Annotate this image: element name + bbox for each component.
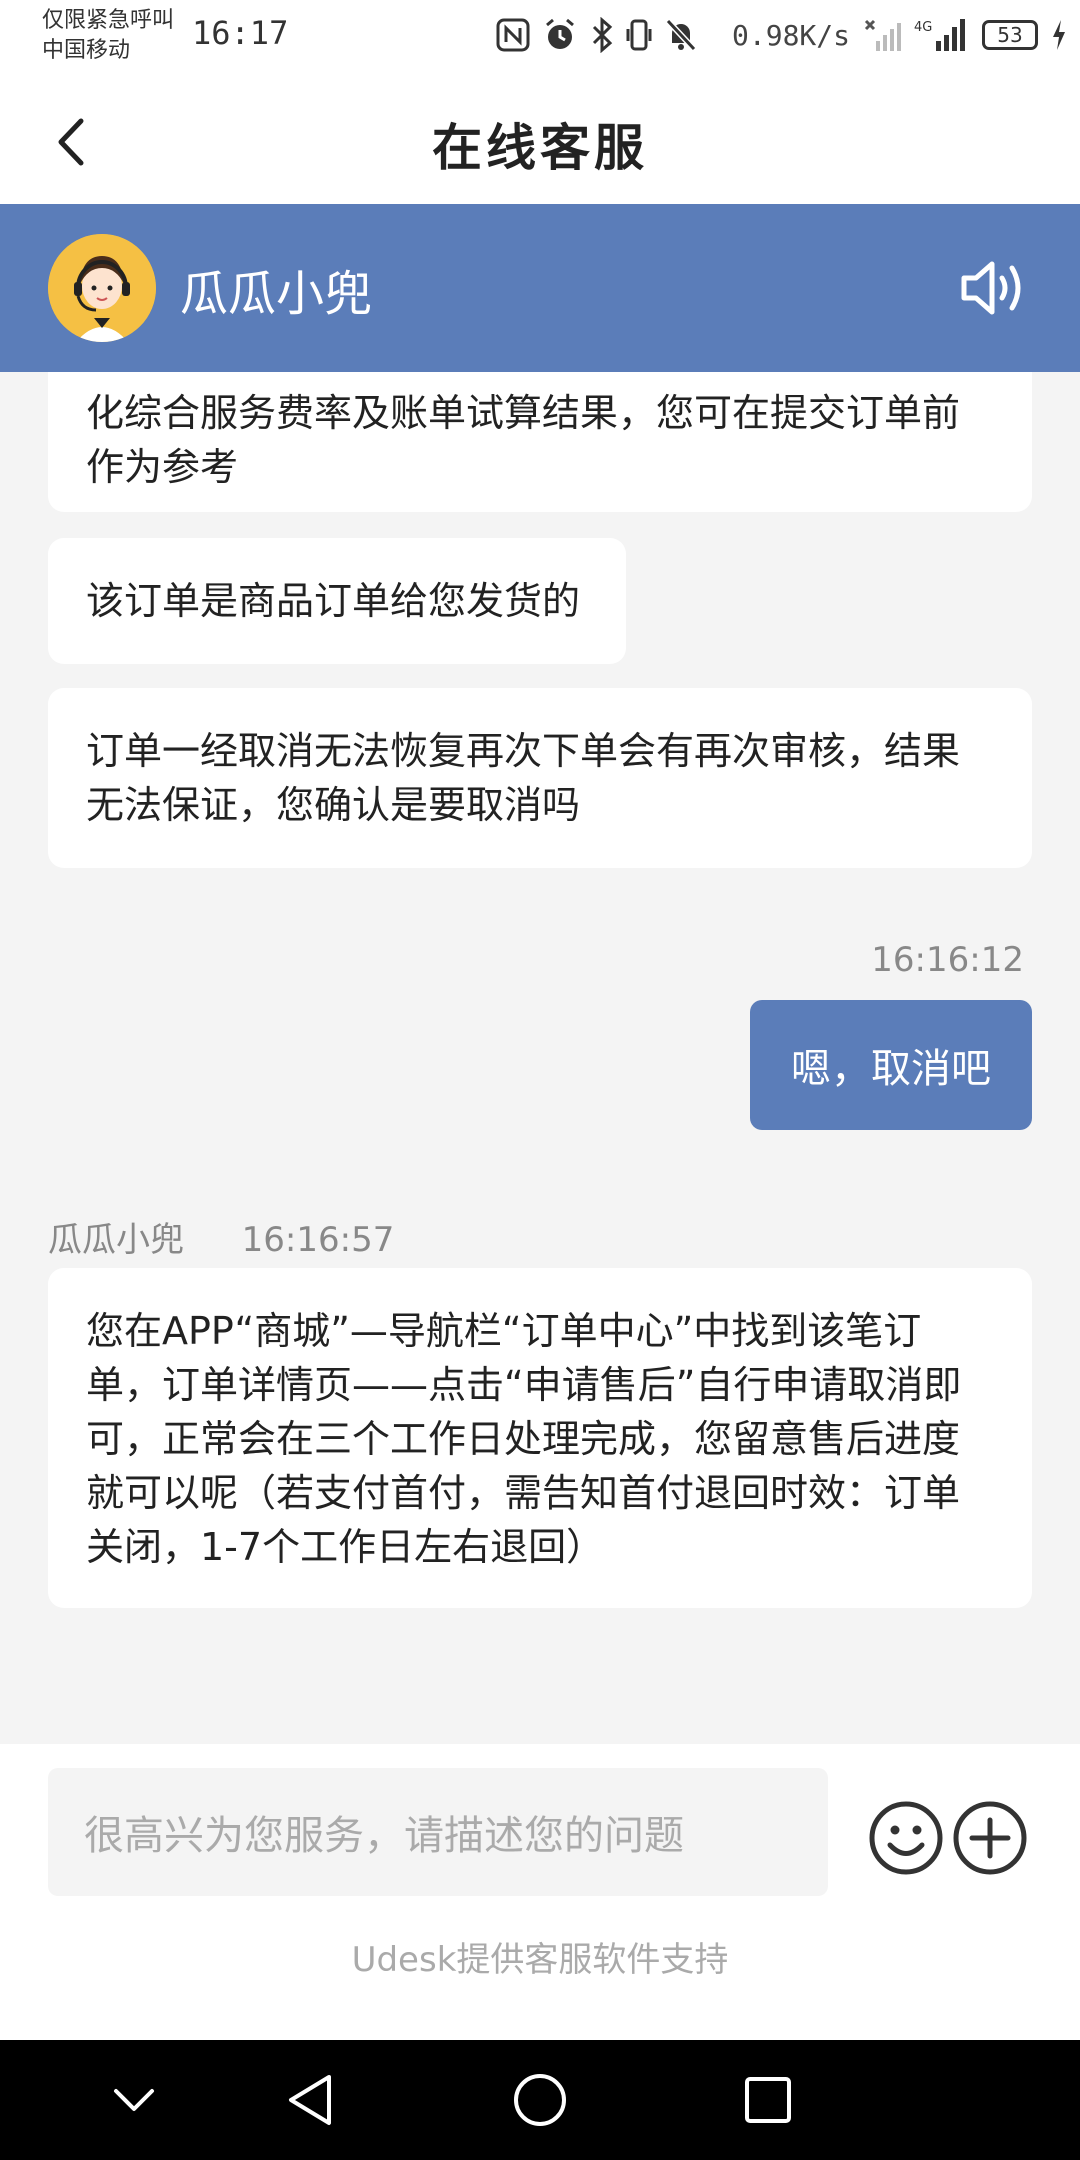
net-speed: 0.98K/s bbox=[732, 18, 851, 52]
message-text: 嗯，取消吧 bbox=[791, 1046, 991, 1092]
input-bar: 很高兴为您服务，请描述您的问题 Udesk提供客服软件支持 bbox=[0, 1744, 1080, 2040]
speaker-icon bbox=[961, 261, 1021, 315]
agent-name: 瓜瓜小兜 bbox=[180, 266, 373, 322]
status-icons: 0.98K/s 4G 53 bbox=[496, 12, 1068, 58]
mute-icon bbox=[665, 18, 697, 52]
carrier-info: 仅限紧急呼叫 中国移动 bbox=[42, 6, 174, 66]
chat-area[interactable]: 化综合服务费率及账单试算结果，您可在提交订单前作为参考 该订单是商品订单给您发货… bbox=[0, 372, 1080, 1744]
signal-icon: 4G bbox=[914, 19, 966, 51]
back-triangle-icon bbox=[289, 2075, 331, 2125]
recent-square-icon bbox=[745, 2077, 791, 2123]
message-input[interactable]: 很高兴为您服务，请描述您的问题 bbox=[48, 1768, 828, 1896]
battery-icon: 53 bbox=[982, 20, 1039, 50]
user-message: 嗯，取消吧 bbox=[750, 1000, 1032, 1130]
title-bar: 在线客服 bbox=[0, 72, 1080, 204]
nav-home-button[interactable] bbox=[498, 2058, 582, 2142]
customer-service-avatar bbox=[48, 234, 156, 342]
nav-recent-button[interactable] bbox=[726, 2058, 810, 2142]
message-meta: 瓜瓜小兜 16:16:57 bbox=[48, 1212, 394, 1261]
agent-message: 化综合服务费率及账单试算结果，您可在提交订单前作为参考 bbox=[48, 372, 1032, 512]
message-text: 该订单是商品订单给您发货的 bbox=[86, 579, 581, 623]
emoji-icon bbox=[869, 1801, 943, 1875]
agent-header: 瓜瓜小兜 bbox=[0, 204, 1080, 372]
sender-name: 瓜瓜小兜 bbox=[48, 1220, 184, 1260]
carrier-line-2: 中国移动 bbox=[42, 38, 131, 63]
home-circle-icon bbox=[514, 2074, 566, 2126]
carrier-line-1: 仅限紧急呼叫 bbox=[42, 8, 175, 33]
plus-circle-icon bbox=[953, 1801, 1027, 1875]
agent-message: 您在APP“商城”—导航栏“订单中心”中找到该笔订单，订单详情页——点击“申请售… bbox=[48, 1268, 1032, 1608]
powered-by: Udesk提供客服软件支持 bbox=[351, 1940, 729, 1980]
message-timestamp: 16:16:12 bbox=[871, 940, 1024, 980]
plus-button[interactable] bbox=[952, 1800, 1028, 1876]
status-time: 16:17 bbox=[192, 14, 289, 52]
nfc-icon bbox=[496, 18, 530, 52]
message-text: 您在APP“商城”—导航栏“订单中心”中找到该笔订单，订单详情页——点击“申请售… bbox=[86, 1309, 962, 1569]
page-title: 在线客服 bbox=[432, 118, 648, 177]
nav-back-button[interactable] bbox=[268, 2058, 352, 2142]
speaker-button[interactable] bbox=[958, 256, 1030, 320]
vibrate-icon bbox=[626, 19, 652, 51]
chevron-down-icon bbox=[114, 2089, 154, 2111]
charging-icon bbox=[1053, 20, 1066, 50]
alarm-icon bbox=[546, 18, 574, 49]
message-text: 化综合服务费率及账单试算结果，您可在提交订单前作为参考 bbox=[86, 391, 961, 489]
agent-message: 订单一经取消无法恢复再次下单会有再次审核，结果无法保证，您确认是要取消吗 bbox=[48, 688, 1032, 868]
system-nav-bar bbox=[0, 2040, 1080, 2160]
agent-message: 该订单是商品订单给您发货的 bbox=[48, 538, 626, 664]
message-timestamp: 16:16:57 bbox=[241, 1220, 395, 1260]
bluetooth-icon bbox=[592, 17, 613, 53]
input-placeholder: 很高兴为您服务，请描述您的问题 bbox=[84, 1813, 684, 1859]
emoji-button[interactable] bbox=[868, 1800, 944, 1876]
status-bar: 仅限紧急呼叫 中国移动 16:17 0.98K/s 4G 53 bbox=[0, 0, 1080, 72]
no-sim-icon bbox=[864, 19, 902, 51]
svg-text:4G: 4G bbox=[914, 20, 932, 35]
message-text: 订单一经取消无法恢复再次下单会有再次审核，结果无法保证，您确认是要取消吗 bbox=[86, 729, 961, 827]
hide-nav-button[interactable] bbox=[92, 2058, 176, 2142]
